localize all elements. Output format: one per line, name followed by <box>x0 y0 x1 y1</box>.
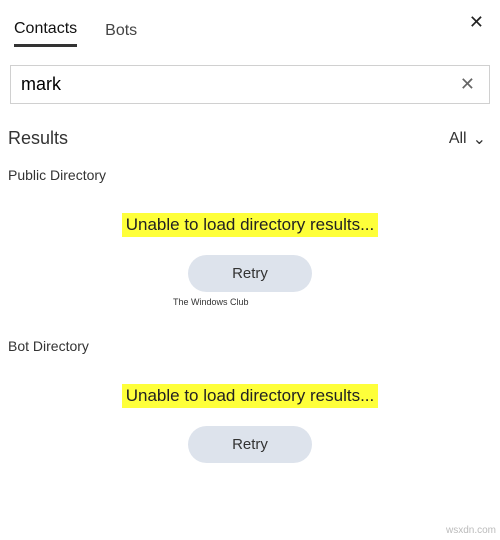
site-watermark: wsxdn.com <box>446 525 496 536</box>
section-label: Public Directory <box>0 157 500 183</box>
retry-button[interactable]: Retry <box>188 426 312 463</box>
section-bot-directory: Bot Directory Unable to load directory r… <box>0 328 500 463</box>
close-button[interactable]: ✕ <box>465 8 488 37</box>
error-block: Unable to load directory results... Retr… <box>0 384 500 463</box>
tab-bar: Contacts Bots <box>0 0 500 47</box>
error-block: Unable to load directory results... Retr… <box>0 213 500 292</box>
chevron-down-icon: ⌄ <box>473 129 486 149</box>
results-title: Results <box>8 128 68 149</box>
section-public-directory: Public Directory Unable to load director… <box>0 157 500 292</box>
close-icon: ✕ <box>469 12 484 32</box>
results-header: Results All ⌄ <box>0 104 500 157</box>
tab-bots[interactable]: Bots <box>105 20 137 47</box>
x-icon: ✕ <box>460 74 475 94</box>
filter-label: All <box>449 130 467 148</box>
tab-contacts[interactable]: Contacts <box>14 20 77 47</box>
section-label: Bot Directory <box>0 328 500 354</box>
search-field-wrap: ✕ <box>10 65 490 104</box>
source-watermark: The Windows Club <box>173 298 249 307</box>
error-message: Unable to load directory results... <box>122 384 379 408</box>
error-message: Unable to load directory results... <box>122 213 379 237</box>
search-input[interactable] <box>21 74 456 95</box>
results-filter[interactable]: All ⌄ <box>449 129 486 149</box>
search-clear-button[interactable]: ✕ <box>456 74 479 95</box>
retry-button[interactable]: Retry <box>188 255 312 292</box>
